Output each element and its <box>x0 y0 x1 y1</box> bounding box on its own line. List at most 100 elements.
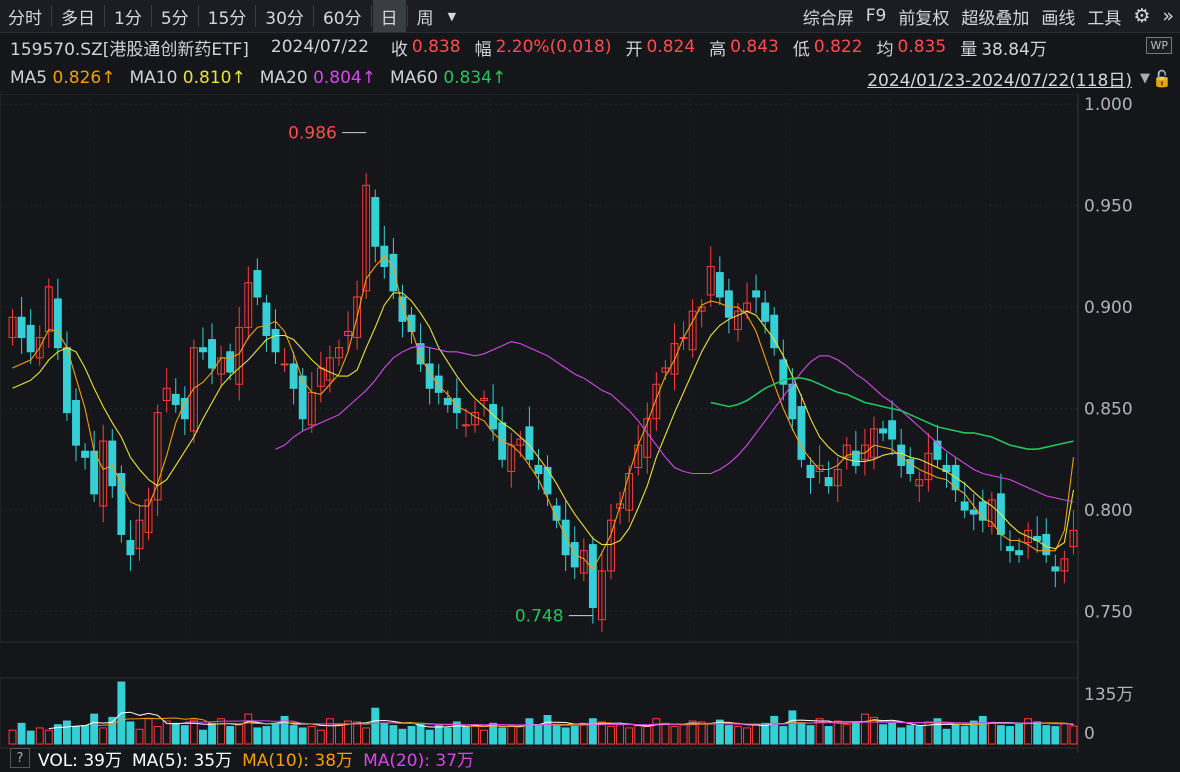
caret-down-icon[interactable]: ▼ <box>442 10 462 23</box>
tool-forward-adjust[interactable]: 前复权 <box>892 4 955 29</box>
period-tabs: 分时 多日 1分 5分 15分 30分 60分日周 <box>0 0 442 32</box>
tab-1[interactable]: 多日 <box>53 0 103 32</box>
volume-bar <box>72 726 80 745</box>
volume-bar <box>552 725 561 745</box>
volume-bar <box>597 721 606 745</box>
volume-bar <box>1042 725 1051 745</box>
tool-tools[interactable]: 工具 <box>1081 4 1127 29</box>
help-icon[interactable]: ? <box>10 748 30 768</box>
tab-3[interactable]: 5分 <box>153 0 197 32</box>
volume-bar <box>634 725 643 745</box>
volume-bar <box>171 722 180 745</box>
candle-body <box>1015 550 1024 556</box>
tool-draw-line[interactable]: 画线 <box>1035 4 1081 29</box>
candle-body <box>253 270 262 298</box>
candle-body <box>788 383 797 420</box>
price-panel-frame <box>0 93 1079 643</box>
chevron-down-icon[interactable]: ▼ <box>1140 71 1150 86</box>
volume-bar <box>90 713 99 745</box>
wp-badge[interactable]: WP <box>1146 37 1172 54</box>
ma20-label: MA20 <box>259 68 308 88</box>
volume-bar <box>779 726 788 745</box>
volume-bar <box>706 722 715 745</box>
volume-bar <box>289 725 298 745</box>
volume-bar <box>897 727 906 745</box>
candle-body <box>81 450 90 458</box>
lock-icon[interactable]: 🔓 <box>1152 69 1172 88</box>
volume-bar <box>17 722 26 745</box>
volume-bar <box>679 724 688 745</box>
candle-body <box>226 351 235 373</box>
date-range[interactable]: 2024/01/23-2024/07/22(118日) <box>867 66 1132 91</box>
volume-bar <box>244 713 253 745</box>
volume-bar <box>752 724 761 745</box>
tab-6[interactable]: 60分 <box>315 0 370 32</box>
volume-bar <box>824 726 833 745</box>
volume-bar <box>797 722 806 745</box>
candle-body <box>752 290 761 298</box>
volume-bar <box>960 726 969 745</box>
tab-2[interactable]: 1分 <box>106 0 150 32</box>
candle-body <box>371 197 380 247</box>
volume-bar <box>480 729 489 745</box>
tab-separator <box>197 5 199 27</box>
vol-ma20-label: MA(20): 37万 <box>363 750 475 771</box>
kline-chart[interactable]: 1.000 0.950 0.900 0.850 0.800 0.750 0.986 0.748… <box>0 93 1180 771</box>
ma60-value: 0.834↑ <box>443 68 507 88</box>
volume-bar <box>842 724 851 745</box>
volume-bar <box>471 724 479 745</box>
volume-bar <box>443 727 452 745</box>
volume-bar <box>806 725 815 745</box>
open-value: 0.824 <box>646 37 696 57</box>
candle-body <box>108 440 117 487</box>
candle-body <box>797 406 806 460</box>
candle-body <box>1006 546 1014 552</box>
candle-body <box>72 399 80 446</box>
volume-bar <box>670 726 679 745</box>
candle-body <box>543 466 552 495</box>
volume-bar <box>570 726 579 745</box>
price-tick-label: 1.000 <box>1084 95 1133 115</box>
tab-separator <box>51 5 52 27</box>
close-value: 0.838 <box>411 37 461 57</box>
volume-tick-label: 0 <box>1084 724 1095 744</box>
gear-icon[interactable]: ⚙ <box>1127 5 1156 27</box>
change-label: 幅 <box>474 39 492 60</box>
volume-bar <box>588 718 597 745</box>
tab-7[interactable]: 日 <box>372 0 406 32</box>
tab-separator <box>406 5 408 27</box>
volume-bar <box>62 720 71 745</box>
tab-8[interactable]: 周 <box>409 0 442 32</box>
volume-bar <box>325 718 334 745</box>
vol-ma5-label: MA(5): 35万 <box>131 750 233 771</box>
tab-0[interactable]: 分时 <box>0 0 50 32</box>
avg-label: 均 <box>876 39 894 60</box>
tool-composite-screen[interactable]: 综合屏 <box>797 4 860 29</box>
tab-5[interactable]: 30分 <box>257 0 312 32</box>
volume-value: 38.84万 <box>981 39 1047 60</box>
volume-bar <box>217 718 226 745</box>
volume-bar <box>452 721 461 745</box>
candle-body <box>262 302 271 337</box>
candle-body <box>461 424 470 427</box>
candle-body <box>806 464 815 479</box>
double-chevron-right-icon[interactable]: » <box>1156 5 1180 27</box>
volume-bar <box>144 718 153 745</box>
tool-super-overlay[interactable]: 超级叠加 <box>955 4 1035 29</box>
volume-bar <box>561 727 570 745</box>
volume-bar <box>180 725 189 745</box>
candle-body <box>199 347 207 353</box>
candle-body <box>761 302 770 322</box>
volume-bar <box>724 725 733 745</box>
candle-body <box>452 397 461 414</box>
tool-f9[interactable]: F9 <box>860 6 893 26</box>
ma5-value: 0.826↑ <box>52 68 116 88</box>
tab-4[interactable]: 15分 <box>200 0 255 32</box>
volume-bar <box>697 721 706 745</box>
volume-bar <box>915 726 924 745</box>
ma10-value: 0.810↑ <box>182 68 246 88</box>
ma-legend: MA5 0.826↑ MA10 0.810↑ MA20 0.804↑ MA60 … <box>0 63 1180 93</box>
volume-bar <box>371 707 380 745</box>
volume-bar <box>761 722 770 745</box>
candle-body <box>90 450 99 495</box>
